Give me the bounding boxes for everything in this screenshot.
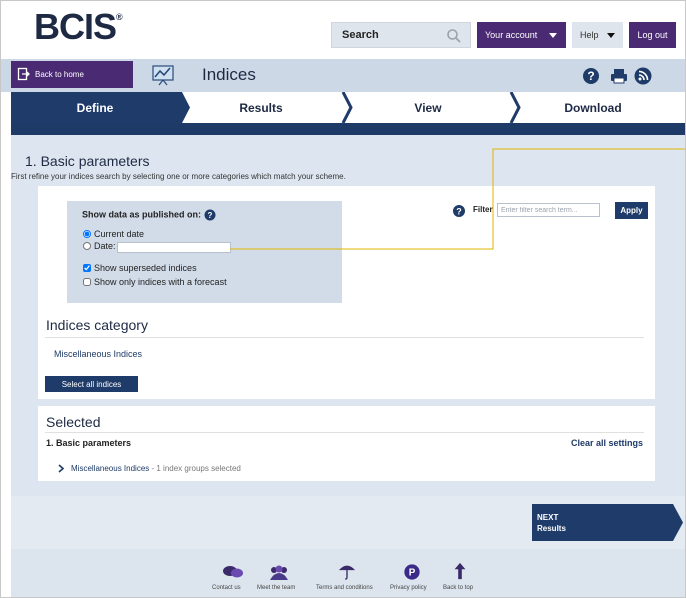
rss-icon[interactable] — [633, 66, 653, 86]
your-account-button[interactable]: Your account — [477, 22, 566, 48]
date-label: Date: — [94, 241, 116, 251]
step-chevron-icon — [341, 92, 353, 123]
back-to-home-label: Back to home — [35, 70, 84, 79]
bcis-logo[interactable]: BCIS® — [34, 9, 123, 45]
show-data-title: Show data as published on: ? — [82, 209, 216, 221]
arrow-up-icon[interactable] — [449, 562, 471, 580]
exit-door-icon — [17, 67, 30, 81]
next-arrow-icon[interactable] — [670, 504, 684, 541]
logout-label: Log out — [637, 30, 668, 40]
page-title: Indices — [202, 65, 256, 84]
svg-text:?: ? — [587, 69, 594, 83]
tab-define[interactable]: Define — [11, 92, 179, 123]
selected-item-name: Miscellaneous Indices — [71, 464, 150, 473]
tab-define-label: Define — [76, 100, 114, 115]
apply-button[interactable]: Apply — [615, 202, 648, 219]
help-icon[interactable]: ? — [452, 204, 466, 218]
basic-parameters-description: First refine your indices search by sele… — [11, 172, 346, 181]
selected-section-title: 1. Basic parameters — [46, 438, 132, 448]
svg-text:P: P — [409, 568, 416, 579]
date-radio[interactable] — [83, 242, 91, 250]
help-icon[interactable]: ? — [204, 209, 216, 221]
chevron-right-icon — [58, 464, 65, 473]
footer-contact-us[interactable]: Contact us — [212, 585, 241, 591]
apply-label: Apply — [620, 206, 643, 215]
svg-text:?: ? — [207, 211, 212, 220]
team-icon[interactable] — [268, 564, 290, 582]
show-forecast-option[interactable]: Show only indices with a forecast — [83, 277, 227, 287]
show-superseded-label: Show superseded indices — [94, 263, 197, 273]
search-input[interactable] — [332, 23, 442, 47]
date-option[interactable]: Date: — [83, 241, 116, 251]
footer-terms[interactable]: Terms and conditions — [316, 585, 373, 591]
basic-parameters-title: 1. Basic parameters — [25, 153, 150, 169]
show-forecast-checkbox[interactable] — [83, 278, 91, 286]
divider — [45, 337, 644, 338]
chat-icon[interactable] — [222, 564, 244, 582]
tab-results-label: Results — [239, 100, 283, 115]
next-step-label: Results — [537, 523, 566, 533]
tab-view[interactable]: View — [358, 92, 498, 123]
show-superseded-option[interactable]: Show superseded indices — [83, 263, 197, 273]
show-superseded-checkbox[interactable] — [83, 264, 91, 272]
your-account-label: Your account — [485, 30, 538, 40]
selected-title: Selected — [46, 414, 101, 430]
next-label: NEXT — [537, 513, 559, 522]
help-button[interactable]: Help — [572, 22, 623, 48]
current-date-radio[interactable] — [83, 230, 91, 238]
step-chevron-icon — [178, 92, 190, 123]
clear-all-settings-link[interactable]: Clear all settings — [571, 438, 643, 448]
help-icon[interactable]: ? — [581, 66, 601, 86]
tab-download[interactable]: Download — [523, 92, 663, 123]
logout-button[interactable]: Log out — [629, 22, 676, 48]
step-underbar — [11, 123, 685, 135]
category-link-miscellaneous[interactable]: Miscellaneous Indices — [54, 349, 142, 359]
search-icon[interactable] — [446, 28, 462, 44]
selected-item-detail: - 1 index groups selected — [149, 464, 241, 473]
search-box — [331, 22, 471, 48]
divider — [45, 432, 644, 433]
select-all-indices-button[interactable]: Select all indices — [45, 376, 138, 392]
logo-text: BCIS — [34, 6, 117, 47]
chevron-down-icon — [607, 33, 615, 38]
filter-label: Filter — [473, 205, 493, 214]
show-forecast-label: Show only indices with a forecast — [94, 277, 227, 287]
select-all-label: Select all indices — [61, 379, 122, 389]
selected-item[interactable]: Miscellaneous Indices - 1 index groups s… — [58, 464, 241, 473]
privacy-icon[interactable]: P — [401, 563, 423, 581]
filter-input[interactable] — [497, 203, 600, 217]
svg-text:?: ? — [456, 207, 462, 217]
current-date-option[interactable]: Current date — [83, 229, 144, 239]
tab-view-label: View — [414, 100, 442, 115]
tab-results[interactable]: Results — [191, 92, 331, 123]
indices-category-title: Indices category — [46, 317, 148, 333]
back-to-home-button[interactable]: Back to home — [11, 61, 133, 88]
help-label: Help — [580, 30, 599, 40]
indices-chart-icon — [152, 65, 174, 86]
print-icon[interactable] — [609, 66, 629, 86]
page-frame: BCIS® Your account Help Log out Back to … — [0, 0, 686, 598]
current-date-label: Current date — [94, 229, 145, 239]
tab-download-label: Download — [564, 100, 622, 115]
date-field[interactable] — [117, 242, 231, 253]
umbrella-icon[interactable] — [336, 562, 358, 580]
next-results-button[interactable]: NEXT Results — [532, 504, 670, 541]
show-data-title-text: Show data as published on: — [82, 209, 202, 220]
footer-meet-the-team[interactable]: Meet the team — [257, 585, 295, 591]
footer-privacy-policy[interactable]: Privacy policy — [390, 585, 427, 591]
footer-back-to-top[interactable]: Back to top — [443, 585, 473, 591]
chevron-down-icon — [549, 33, 557, 38]
step-chevron-icon — [509, 92, 521, 123]
logo-registered-mark: ® — [116, 12, 123, 22]
